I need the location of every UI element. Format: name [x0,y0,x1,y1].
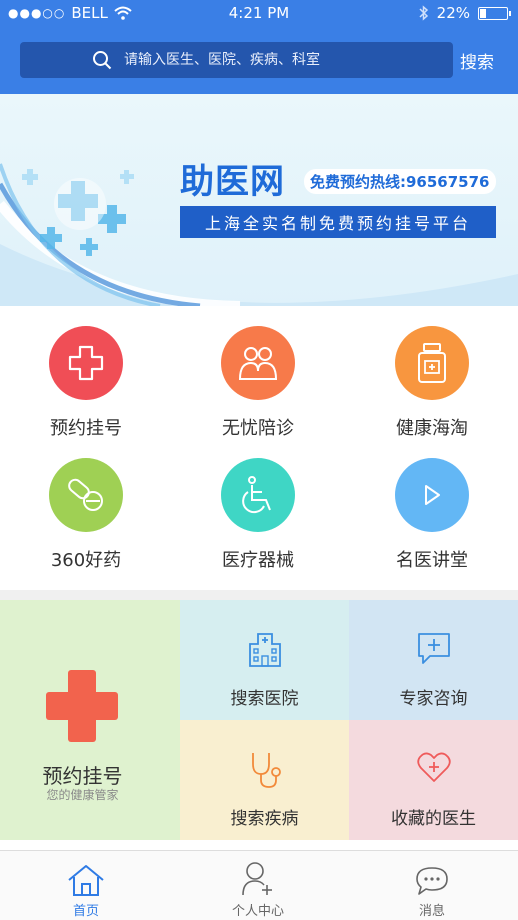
tab-profile[interactable]: 个人中心 [172,851,344,920]
play-icon [395,458,469,532]
grid-item-equipment[interactable]: 医疗器械 [172,458,344,572]
tab-bar: 首页 个人中心 消息 [0,850,518,920]
banner-slogan: 上海全实名制免费预约挂号平台 [180,206,496,238]
red-cross-icon [46,670,118,742]
stethoscope-icon [251,753,281,788]
chat-plus-icon [417,633,450,664]
tab-messages[interactable]: 消息 [346,851,518,920]
grid-item-escort[interactable]: 无忧陪诊 [172,326,344,440]
grid-item-label: 医疗器械 [222,550,294,571]
people-icon [221,326,295,400]
grid-item-label: 健康海淘 [396,418,468,439]
tile-expert-consult[interactable]: 专家咨询 [349,600,518,720]
search-icon [93,51,112,70]
service-grid: 预约挂号 无忧陪诊 健康海淘 360好药 医疗器械 名医讲堂 [0,306,518,590]
home-icon [68,865,104,896]
tab-label: 首页 [72,904,99,919]
tab-home[interactable]: 首页 [0,851,172,920]
grid-item-label: 预约挂号 [50,418,122,439]
tab-label: 个人中心 [231,904,284,919]
header: 搜索 [0,26,518,94]
tile-label: 搜索医院 [230,689,299,709]
user-plus-icon [242,862,272,896]
hotline-label: 免费预约热线:96567576 [304,169,496,194]
search-bar[interactable] [20,42,453,78]
tile-appointment[interactable]: 预约挂号 您的健康管家 [0,600,180,840]
grid-item-label: 360好药 [50,550,122,571]
battery-percent: 22% [436,4,470,22]
tile-label: 收藏的医生 [391,809,476,829]
grid-item-medicine[interactable]: 360好药 [0,458,172,572]
pills-icon [49,458,123,532]
bluetooth-icon [419,5,428,21]
status-bar: ●●●○○ BELL 4:21 PM 22% [0,0,518,26]
grid-item-overseas[interactable]: 健康海淘 [346,326,518,440]
grid-item-label: 名医讲堂 [396,550,468,571]
search-button[interactable]: 搜索 [460,48,494,73]
battery-icon [478,6,511,20]
feature-tiles: 预约挂号 您的健康管家 搜索医院 专家咨询 搜索疾病 收藏的医生 [0,600,518,840]
tile-search-disease[interactable]: 搜索疾病 [180,720,349,840]
tab-label: 消息 [418,904,445,919]
medicine-bottle-icon [395,326,469,400]
message-icon [416,867,448,895]
grid-item-appointment[interactable]: 预约挂号 [0,326,172,440]
tile-label: 专家咨询 [399,689,468,709]
tile-search-hospital[interactable]: 搜索医院 [180,600,349,720]
hospital-icon [248,633,281,667]
tile-subtitle: 您的健康管家 [46,788,119,802]
tile-favorite-doctors[interactable]: 收藏的医生 [349,720,518,840]
wheelchair-icon [221,458,295,532]
grid-item-label: 无忧陪诊 [222,418,294,439]
brand-title: 助医网 [180,162,285,202]
promo-banner[interactable]: 助医网 免费预约热线:96567576 上海全实名制免费预约挂号平台 [0,94,518,306]
tile-title: 预约挂号 [42,764,123,788]
cross-icon [49,326,123,400]
heart-plus-icon [416,752,451,782]
search-input[interactable] [124,52,424,68]
section-divider [0,590,518,600]
grid-item-lecture[interactable]: 名医讲堂 [346,458,518,572]
tile-label: 搜索疾病 [230,809,299,829]
